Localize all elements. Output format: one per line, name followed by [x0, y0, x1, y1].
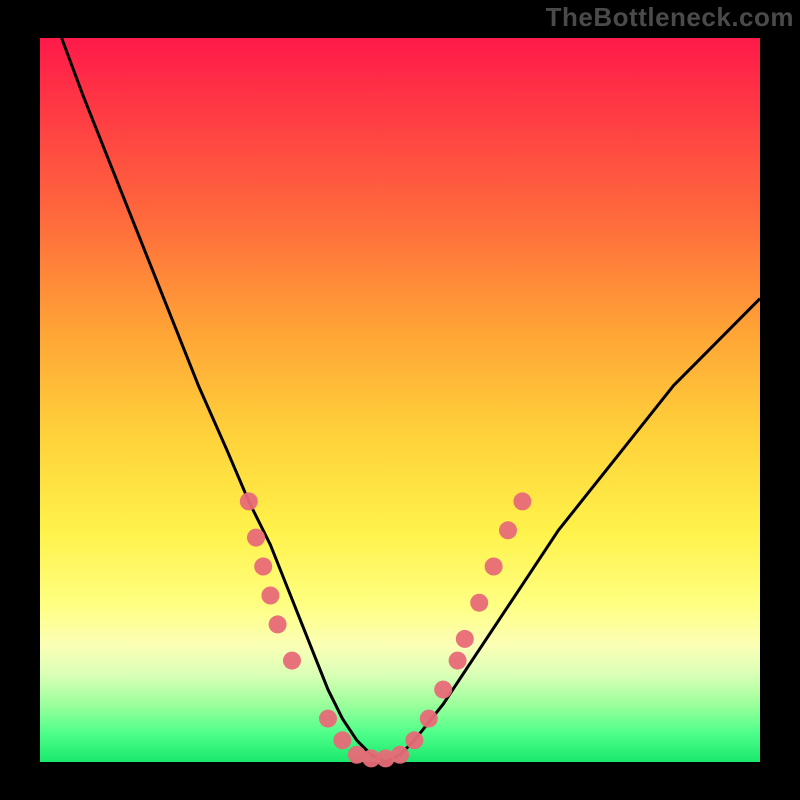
data-point: [456, 630, 474, 648]
chart-svg: [40, 38, 760, 762]
data-point: [254, 558, 272, 576]
data-point: [240, 492, 258, 510]
watermark-text: TheBottleneck.com: [546, 2, 794, 33]
data-point: [499, 521, 517, 539]
bottleneck-curve: [62, 38, 760, 762]
data-point: [405, 731, 423, 749]
data-point: [261, 587, 279, 605]
data-point: [269, 615, 287, 633]
data-point: [434, 681, 452, 699]
data-point: [283, 652, 301, 670]
data-point: [513, 492, 531, 510]
data-point: [247, 529, 265, 547]
data-point: [420, 710, 438, 728]
data-point: [470, 594, 488, 612]
data-point: [485, 558, 503, 576]
data-point: [449, 652, 467, 670]
chart-frame: TheBottleneck.com: [0, 0, 800, 800]
data-point: [333, 731, 351, 749]
data-point: [319, 710, 337, 728]
plot-area: [40, 38, 760, 762]
scatter-dots: [240, 492, 532, 767]
data-point: [391, 746, 409, 764]
